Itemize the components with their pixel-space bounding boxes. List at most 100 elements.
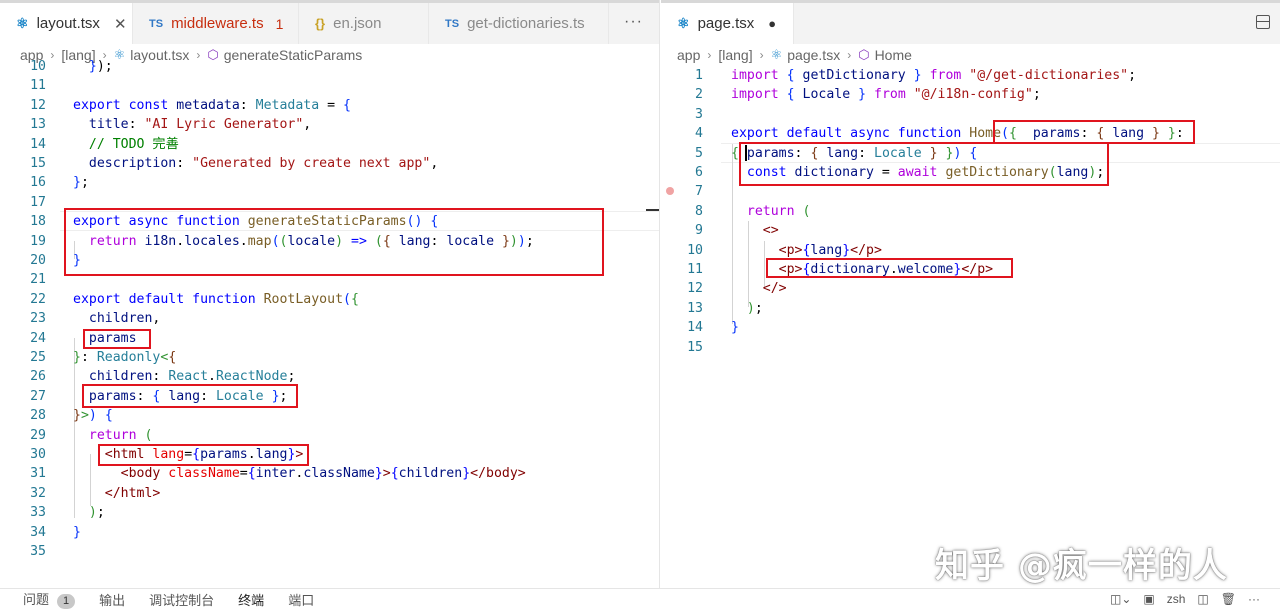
line-number: 18 [30,214,46,230]
line-number: 15 [687,339,703,355]
tab-page-tsx[interactable]: ⚛ page.tsx ● [661,3,794,44]
code-line[interactable]: 25}: Readonly<{ [0,348,659,367]
line-number: 14 [687,320,703,336]
code-line[interactable]: 34} [0,523,659,542]
code-line[interactable]: 14 // TODO 完善 [0,135,659,154]
code-token: from [929,68,962,83]
code-line[interactable]: 32 </html> [0,484,659,503]
code-token: "Generated by create next app" [192,156,431,171]
toggle-panel-icon[interactable] [1256,15,1270,29]
line-number: 31 [30,466,46,482]
code-text: </html> [73,484,161,503]
highlight-box [98,444,309,466]
tab-middleware-ts[interactable]: TS middleware.ts 1 [133,3,299,44]
more-actions-icon[interactable]: ··· [624,13,643,31]
code-line[interactable]: 33 ); [0,503,659,522]
code-token: ; [80,175,89,191]
line-number: 4 [695,126,703,142]
panel-tab-label: 问题 [23,592,50,607]
tab-label: layout.tsx [36,15,100,32]
code-token: return [746,203,795,219]
code-line[interactable]: 12 export const metadata: Metadata = { [0,96,659,115]
line-number: 29 [30,427,46,443]
line-number: 27 [30,388,46,404]
code-line[interactable]: 35 [0,542,659,561]
breadcrumb-item[interactable]: app [677,47,700,63]
panel-tab-ports[interactable]: 端口 [288,590,314,609]
line-number: 14 [30,136,46,152]
code-line[interactable]: 16}; [0,173,659,192]
breadcrumb-item[interactable]: Home [875,47,912,63]
chevron-right-icon: › [759,48,764,62]
tab-label: middleware.ts [171,15,264,32]
code-line[interactable]: 15 description: "Generated by create nex… [0,154,659,173]
code-line[interactable]: 29 return ( [0,426,659,445]
code-line[interactable]: 14} [661,318,1280,337]
code-token: ; [96,505,105,521]
code-text: ); [73,503,105,522]
code-line[interactable]: 13 ); [661,299,1280,318]
code-token: Locale [802,87,851,103]
code-line[interactable]: 12 </> [661,279,1280,298]
code-line[interactable]: 1 import { getDictionary } from "@/get-di… [661,66,1280,85]
code-token: ( [144,427,153,443]
code-line[interactable]: 15 [661,338,1280,357]
line-number: 10 [30,59,46,74]
tab-layout-tsx[interactable]: ⚛ layout.tsx ✕ [0,3,133,44]
tab-label: get-dictionaries.ts [467,15,585,32]
more-actions-icon[interactable]: ··· [1248,592,1260,606]
code-line[interactable]: 10 }); [0,57,659,76]
code-line[interactable]: 28}>) { [0,406,659,425]
code-line[interactable]: 11 [0,76,659,95]
code-line[interactable]: 23 children, [0,309,659,328]
trash-icon[interactable]: 🗑 [1221,592,1236,606]
tab-get-dictionaries-ts[interactable]: TS get-dictionaries.ts [429,3,609,44]
unsaved-dot-icon[interactable]: ● [768,16,776,31]
code-line[interactable]: 8 return ( [661,202,1280,221]
code-text: }: Readonly<{ [73,348,176,367]
line-number: 12 [30,97,46,113]
code-line[interactable]: 31 <body className={inter.className}>{ch… [0,464,659,483]
breadcrumb-item[interactable]: [lang] [718,47,752,63]
line-number: 19 [30,233,46,249]
code-token: ReactNode [215,369,288,385]
close-icon[interactable]: ✕ [114,15,127,33]
code-token: ; [1032,87,1041,103]
panel-tab-terminal[interactable]: 终端 [238,590,264,609]
line-number: 16 [30,175,46,191]
code-token: } [858,87,867,103]
code-line[interactable]: 13 title: "AI Lyric Generator", [0,115,659,134]
panel-tab-output[interactable]: 输出 [99,590,125,609]
code-token: ( [802,203,811,219]
code-line[interactable]: 9 <> [661,221,1280,240]
panel-tab-debug-console[interactable]: 调试控制台 [149,590,214,609]
breadcrumb-item[interactable]: page.tsx [787,47,840,63]
code-text: <body className={inter.className}>{child… [73,464,526,483]
panel-tab-problems[interactable]: 问题 1 [23,589,76,609]
code-text: </> [731,279,787,298]
split-terminal-icon[interactable]: ◫⌄ [1110,592,1131,606]
code-token: async [850,126,890,142]
code-token: getDictionary [802,68,906,83]
code-text: return ( [73,426,153,445]
code-line[interactable]: 2 import { Locale } from "@/i18n-config"; [661,85,1280,104]
code-line[interactable]: 22 export default function RootLayout({ [0,290,659,309]
code-token: ) [88,408,97,424]
split-icon[interactable]: ◫ [1197,592,1208,606]
code-token: ; [754,300,763,316]
terminal-name[interactable]: zsh [1167,592,1186,606]
tab-en-json[interactable]: {} en.json [299,3,429,44]
code-editor[interactable]: 10 }); 11 12 export const metadata: Metadat… [0,59,659,588]
react-icon: ⚛ [16,15,29,31]
